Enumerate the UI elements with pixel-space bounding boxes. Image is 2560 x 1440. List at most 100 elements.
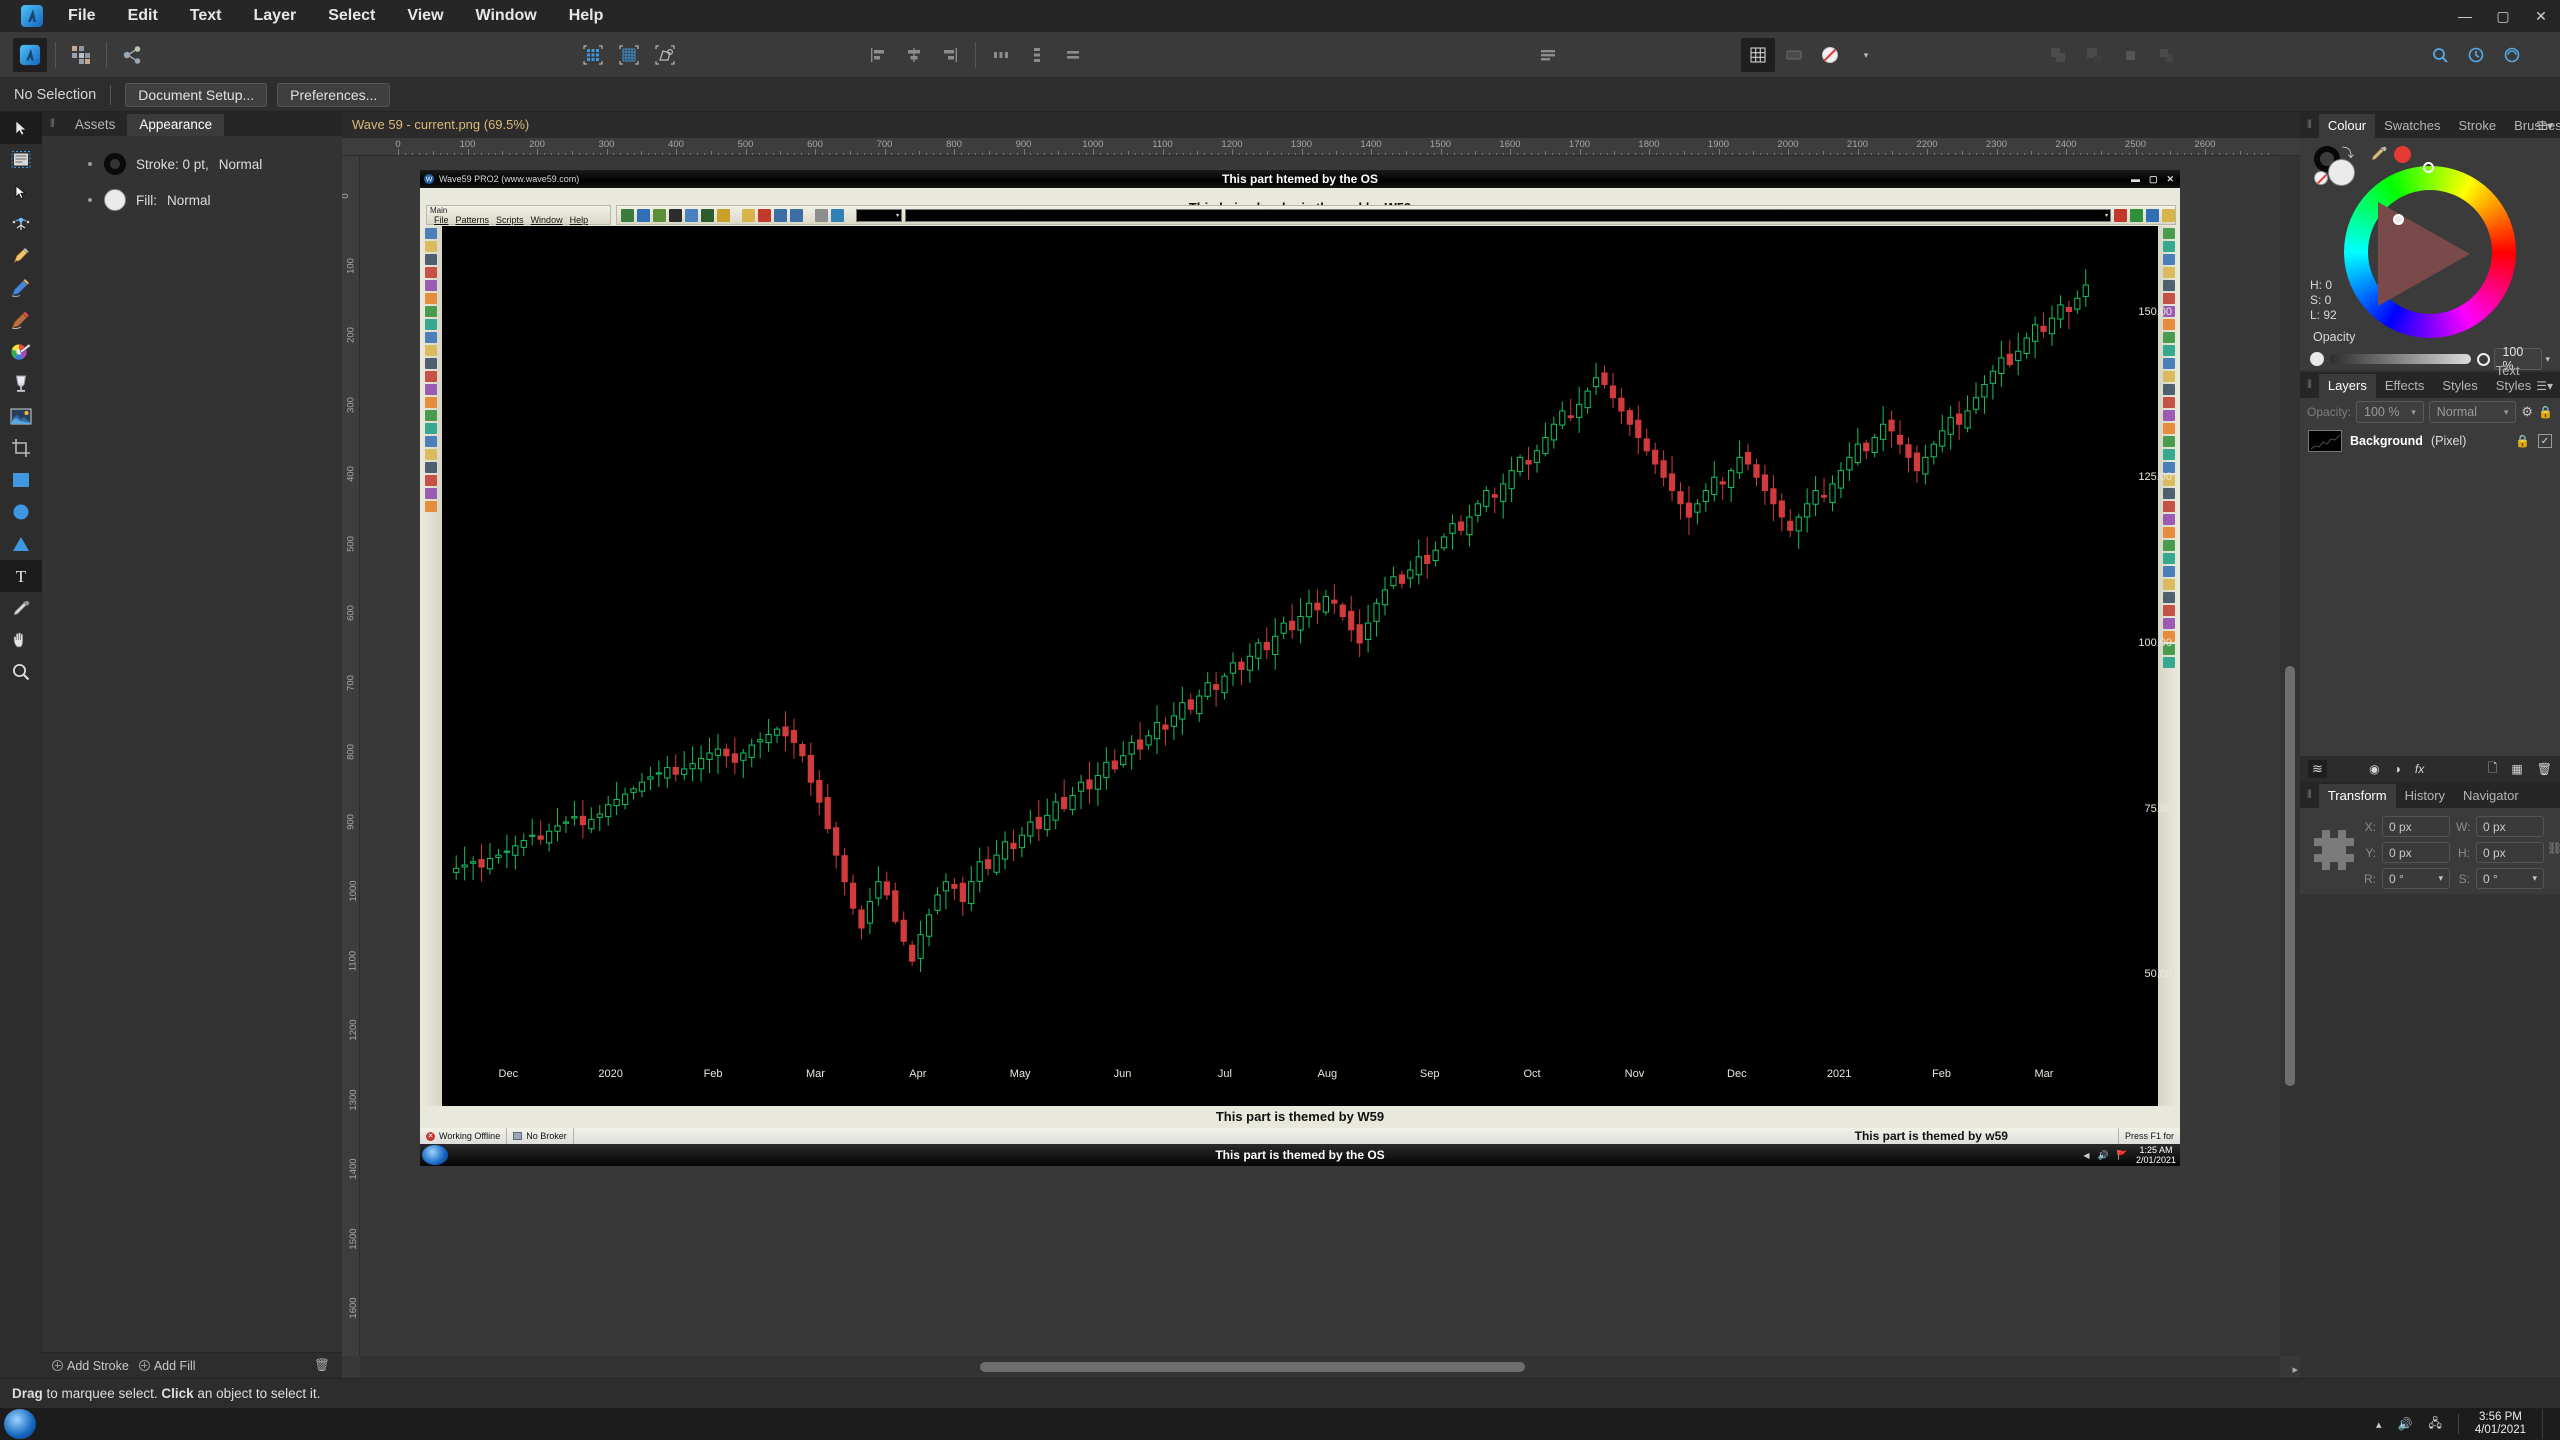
canvas[interactable]: This part htemed by the OS ▬ ▢ ✕ This be… — [360, 156, 2300, 1356]
grid-toggle-button[interactable] — [1741, 38, 1775, 72]
toolbar-icon-refresh[interactable] — [831, 208, 844, 222]
w59-menu-scripts[interactable]: Scripts — [496, 215, 524, 225]
lock-icon[interactable]: 🔒 — [2538, 405, 2553, 419]
palette-icon[interactable] — [425, 345, 437, 356]
transform-w-field[interactable]: 0 px — [2476, 816, 2544, 837]
colour-picker-tool-icon[interactable] — [2370, 144, 2388, 167]
w59-menu-patterns[interactable]: Patterns — [456, 215, 490, 225]
transform-panel-grip-icon[interactable]: ⦀ — [2300, 789, 2319, 808]
document-tab[interactable]: Wave 59 - current.png (69.5%) — [342, 112, 539, 138]
assistant-icon[interactable] — [2495, 38, 2529, 72]
ellipse-tool[interactable] — [0, 496, 42, 528]
menu-layer[interactable]: Layer — [238, 0, 313, 32]
toolbar-icon-indicator[interactable] — [701, 208, 714, 222]
toolbar-symbol-field[interactable]: ▾ — [905, 208, 2111, 222]
palette-icon[interactable] — [2163, 488, 2175, 499]
palette-icon[interactable] — [2163, 384, 2175, 395]
pen-tool[interactable] — [0, 240, 42, 272]
palette-icon[interactable] — [2163, 423, 2175, 434]
transform-y-field[interactable]: 0 px — [2382, 842, 2450, 863]
panel-grip-icon[interactable]: ⦀ — [42, 118, 63, 136]
effects-fx-icon[interactable]: fx — [2415, 762, 2424, 776]
tab-history[interactable]: History — [2396, 784, 2454, 808]
palette-icon[interactable] — [425, 397, 437, 408]
horizontal-ruler[interactable]: 0 100 200 300 400 500 600 700 800 900 1000 1100 1200… — [342, 138, 2300, 156]
stroke-swatch[interactable] — [104, 153, 126, 175]
palette-icon[interactable] — [2163, 228, 2175, 239]
transform-x-field[interactable]: 0 px — [2382, 816, 2450, 837]
search-icon[interactable] — [2423, 38, 2457, 72]
palette-icon[interactable] — [2163, 436, 2175, 447]
menu-select[interactable]: Select — [312, 0, 391, 32]
palette-icon[interactable] — [2163, 514, 2175, 525]
export-persona-button[interactable] — [115, 38, 149, 72]
artboard-tool[interactable] — [0, 144, 42, 176]
palette-icon[interactable] — [425, 488, 437, 499]
canvas-horizontal-scrollbar[interactable] — [360, 1356, 2280, 1378]
toolbar-icon-paste[interactable] — [790, 208, 803, 222]
tab-transform[interactable]: Transform — [2318, 784, 2396, 808]
toolbar-icon-print[interactable] — [815, 208, 828, 222]
menu-view[interactable]: View — [391, 0, 459, 32]
align-right-button[interactable] — [933, 38, 967, 72]
adjustment-icon[interactable]: ◑ — [2394, 762, 2401, 776]
zoom-tool[interactable] — [0, 656, 42, 688]
pencil-tool[interactable] — [0, 272, 42, 304]
vscroll-thumb[interactable] — [2285, 666, 2295, 1086]
palette-icon[interactable] — [2163, 540, 2175, 551]
layers-stack-icon[interactable]: ≋ — [2308, 760, 2327, 778]
toolbar-icon-new[interactable] — [621, 208, 634, 222]
distribute-h-button[interactable] — [984, 38, 1018, 72]
host-clock[interactable]: 3:56 PM 4/01/2021 — [2475, 1411, 2526, 1437]
canvas-nav-arrow-icon[interactable]: ▸ — [2292, 1363, 2298, 1376]
fill-dropdown-button[interactable]: ▾ — [1849, 38, 1883, 72]
palette-icon[interactable] — [425, 501, 437, 512]
palette-icon[interactable] — [2163, 267, 2175, 278]
palette-icon[interactable] — [425, 228, 437, 239]
move-tool[interactable] — [0, 112, 42, 144]
tab-assets[interactable]: Assets — [63, 114, 128, 136]
status-working-offline[interactable]: ✕ Working Offline — [420, 1128, 508, 1144]
palette-icon[interactable] — [2163, 397, 2175, 408]
vertical-ruler[interactable]: 0 100 200 300 400 500 600 700 800 900 1000 1100 1200… — [342, 156, 360, 1356]
tab-stroke[interactable]: Stroke — [2450, 114, 2506, 138]
menu-edit[interactable]: Edit — [112, 0, 174, 32]
grid-show-button[interactable] — [576, 38, 610, 72]
network-icon[interactable]: 🚩 — [2117, 1150, 2128, 1161]
palette-icon[interactable] — [425, 319, 437, 330]
palette-icon[interactable] — [425, 410, 437, 421]
toolbar-icon-window[interactable] — [2162, 208, 2175, 222]
toolbar-icon-alert[interactable] — [717, 208, 730, 222]
opacity-slider-start-knob[interactable] — [2310, 352, 2324, 366]
palette-icon[interactable] — [425, 449, 437, 460]
delete-layer-icon[interactable]: 🗑 — [2537, 762, 2552, 776]
rectangle-tool[interactable] — [0, 464, 42, 496]
colour-picker-tool[interactable] — [0, 336, 42, 368]
palette-icon[interactable] — [425, 384, 437, 395]
layers-panel-menu-icon[interactable]: ☰▾ — [2536, 379, 2553, 393]
status-no-broker[interactable]: No Broker — [507, 1128, 574, 1144]
none-colour-swatch[interactable] — [2314, 171, 2328, 185]
document-setup-button[interactable]: Document Setup... — [125, 82, 268, 107]
toolbar-icon-folder[interactable] — [742, 208, 755, 222]
canvas-vertical-scrollbar[interactable] — [2280, 156, 2300, 1356]
palette-icon[interactable] — [425, 462, 437, 473]
tab-colour[interactable]: Colour — [2318, 114, 2376, 138]
palette-icon[interactable] — [425, 241, 437, 252]
maximize-button[interactable]: ▢ — [2484, 0, 2522, 32]
boolean-subtract-button[interactable] — [2077, 38, 2111, 72]
fill-tool[interactable] — [0, 368, 42, 400]
show-desktop-button[interactable] — [2542, 1409, 2550, 1439]
boolean-add-button[interactable] — [2041, 38, 2075, 72]
transform-h-field[interactable]: 0 px — [2476, 842, 2544, 863]
tab-effects[interactable]: Effects — [2376, 374, 2434, 398]
delete-icon[interactable]: 🗑 — [314, 1358, 330, 1373]
designer-persona-button[interactable] — [13, 38, 47, 72]
place-image-tool[interactable] — [0, 400, 42, 432]
preferences-button[interactable]: Preferences... — [277, 82, 391, 107]
toolbar-color-dropdown[interactable]: ▾ — [856, 208, 902, 222]
palette-icon[interactable] — [425, 332, 437, 343]
menu-window[interactable]: Window — [460, 0, 553, 32]
layer-visibility-checkbox[interactable]: ✓ — [2538, 434, 2552, 448]
toolbar-icon-open[interactable] — [637, 208, 650, 222]
